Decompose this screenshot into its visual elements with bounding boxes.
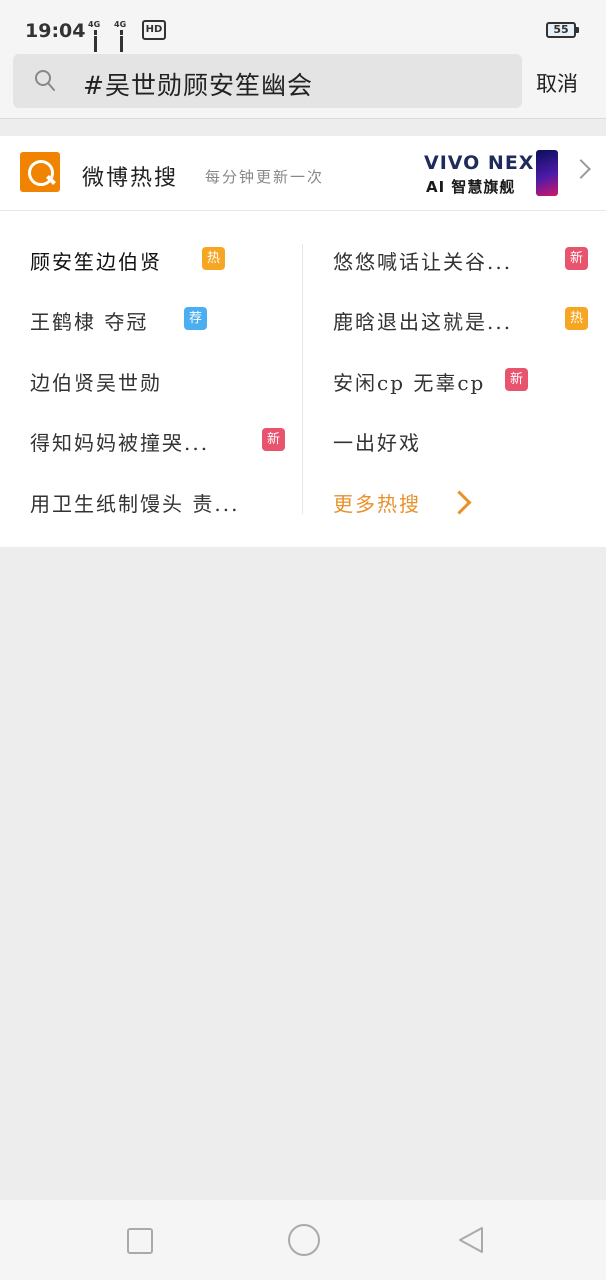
new-badge: 新 (505, 368, 528, 391)
hot-item[interactable]: 安闲cp 无辜cp 新 (333, 367, 528, 397)
search-bar: #吴世勋顾安笙幽会 取消 (0, 52, 606, 119)
signal-icon: 4G (88, 20, 100, 69)
search-icon (35, 70, 55, 91)
hot-item[interactable]: 边伯贤吴世勋 (30, 367, 162, 397)
search-query: #吴世勋顾安笙幽会 (83, 71, 313, 100)
hot-item[interactable]: 悠悠喊话让关谷... 新 (333, 246, 588, 276)
phone-image (536, 150, 558, 196)
chevron-right-icon (447, 490, 472, 515)
column-divider (302, 244, 303, 514)
recent-apps-icon[interactable] (127, 1228, 153, 1254)
home-icon[interactable] (288, 1224, 320, 1256)
cancel-button[interactable]: 取消 (536, 68, 578, 98)
search-input[interactable]: #吴世勋顾安笙幽会 (13, 54, 522, 108)
weibo-hot-logo-icon (20, 152, 60, 192)
hot-badge: 热 (565, 307, 588, 330)
hot-item[interactable]: 用卫生纸制馒头 责... (30, 488, 239, 518)
hot-badge: 热 (202, 247, 225, 270)
more-hot-search-link[interactable]: 更多热搜 (333, 488, 472, 518)
new-badge: 新 (262, 428, 285, 451)
hot-item[interactable]: 王鹤棣 夺冠 荐 (30, 306, 207, 336)
recommended-badge: 荐 (184, 307, 207, 330)
back-icon[interactable] (456, 1225, 486, 1255)
hot-item[interactable]: 顾安笙边伯贤 热 (30, 246, 225, 276)
signal-icon: 4G (114, 20, 126, 69)
hot-item[interactable]: 一出好戏 (333, 427, 421, 457)
hot-item[interactable]: 得知妈妈被撞哭... 新 (30, 427, 285, 457)
hot-search-subtitle: 每分钟更新一次 (205, 168, 325, 186)
hot-item[interactable]: 鹿晗退出这就是... 热 (333, 306, 588, 336)
status-bar: 19:04 4G 4G HD 55 (0, 0, 606, 69)
hot-search-card: 微博热搜 每分钟更新一次 VIVO NEX AI 智慧旗舰 顾安笙边伯贤 热 王… (0, 136, 606, 547)
ad-brand: VIVO NEX (424, 152, 535, 174)
hot-search-title: 微博热搜 (82, 166, 179, 191)
hot-search-header[interactable]: 微博热搜 每分钟更新一次 VIVO NEX AI 智慧旗舰 (0, 136, 606, 211)
status-time: 19:04 (25, 20, 86, 42)
new-badge: 新 (565, 247, 588, 270)
ad-banner[interactable]: VIVO NEX AI 智慧旗舰 (424, 148, 564, 198)
battery-icon: 55 (546, 22, 579, 38)
chevron-right-icon[interactable] (571, 159, 591, 179)
navigation-bar (0, 1200, 606, 1280)
hd-icon: HD (142, 20, 166, 40)
ad-tagline: AI 智慧旗舰 (426, 178, 516, 196)
